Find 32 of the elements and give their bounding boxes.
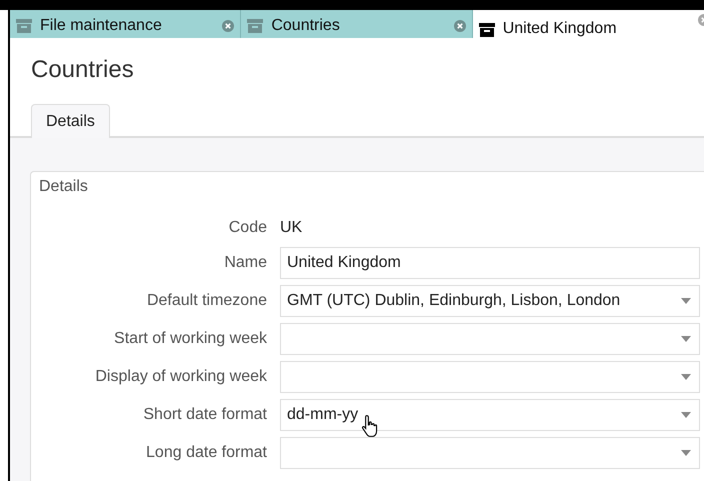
document-tab[interactable]: United Kingdom bbox=[472, 10, 704, 38]
dropdown-field[interactable] bbox=[280, 323, 700, 355]
section-title: Details bbox=[39, 178, 89, 196]
field-label: Display of working week bbox=[94, 368, 267, 386]
field-label: Code bbox=[228, 219, 267, 237]
tab-label: Countries bbox=[271, 17, 340, 35]
caret-icon bbox=[681, 374, 691, 380]
tab-label: File maintenance bbox=[40, 17, 162, 35]
dropdown-field[interactable]: GMT (UTC) Dublin, Edinburgh, Lisbon, London bbox=[280, 285, 700, 317]
field-label: Short date format bbox=[142, 406, 267, 424]
field-label: Default timezone bbox=[146, 292, 267, 310]
text-field[interactable]: United Kingdom bbox=[280, 247, 700, 279]
document-tab[interactable]: File maintenance bbox=[10, 10, 242, 38]
caret-icon bbox=[681, 298, 691, 304]
document-tab[interactable]: Countries bbox=[241, 10, 473, 38]
archive-box-icon bbox=[247, 19, 264, 33]
archive-box-icon bbox=[478, 23, 495, 37]
dropdown-field[interactable] bbox=[280, 437, 700, 469]
caret-icon bbox=[681, 450, 691, 456]
field-label: Name bbox=[223, 254, 267, 272]
caret-icon bbox=[681, 336, 691, 342]
page-title: Countries bbox=[30, 55, 135, 85]
dropdown-field[interactable] bbox=[280, 361, 700, 393]
field-label: Long date format bbox=[145, 444, 267, 462]
field-label: Start of working week bbox=[113, 330, 267, 348]
tab-label: United Kingdom bbox=[502, 20, 617, 38]
details-tab[interactable]: Details bbox=[31, 104, 110, 138]
close-icon[interactable] bbox=[222, 20, 234, 32]
field-value: UK bbox=[280, 218, 304, 238]
archive-box-icon bbox=[16, 19, 32, 33]
close-icon[interactable] bbox=[454, 20, 466, 32]
caret-icon bbox=[681, 412, 691, 418]
